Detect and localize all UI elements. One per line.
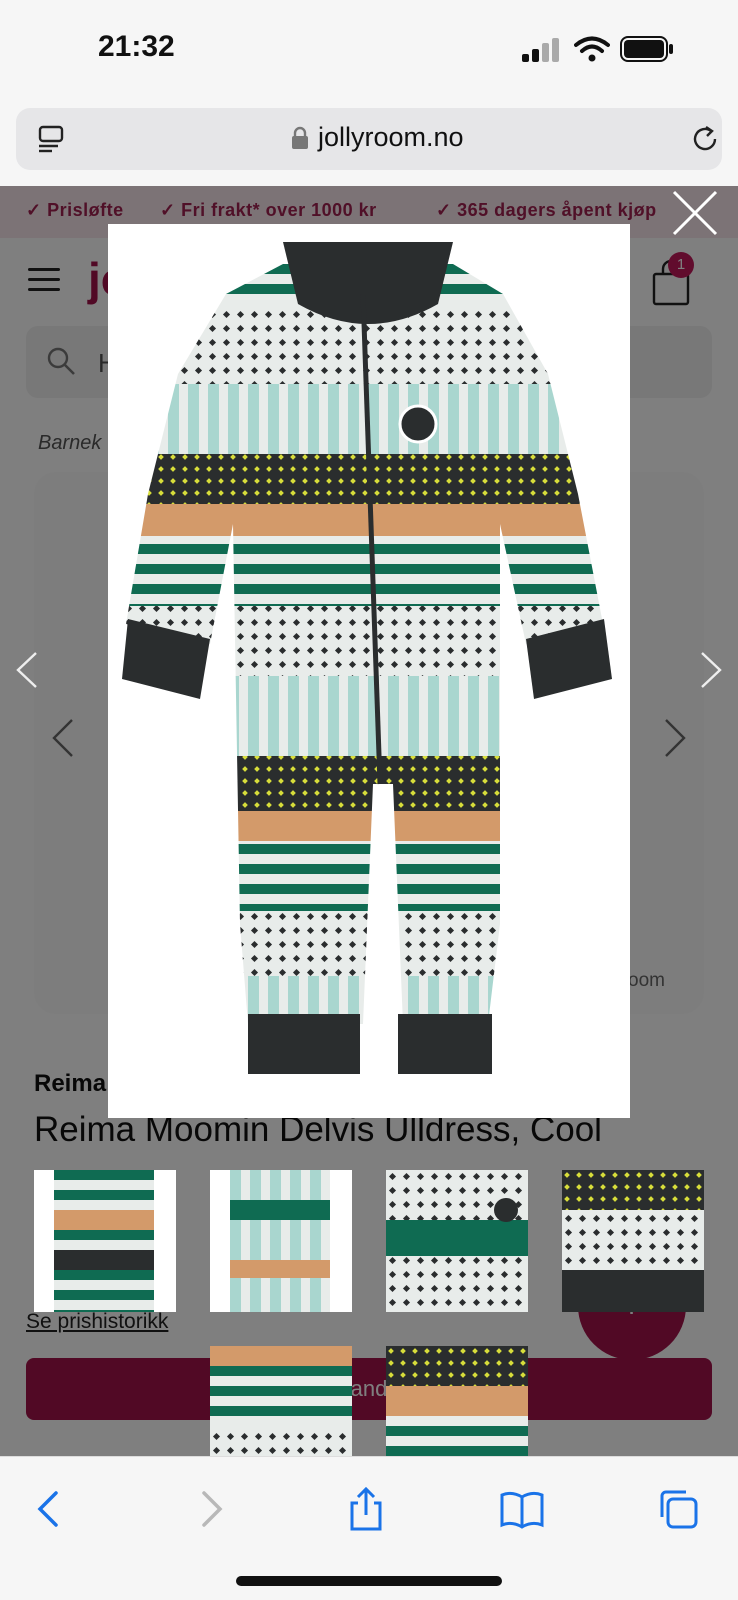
clock: 21:32 (98, 30, 175, 63)
chevron-left-icon[interactable] (14, 650, 40, 690)
lock-icon (292, 126, 308, 149)
tab-overview-icon[interactable] (36, 124, 66, 154)
chevron-right-icon[interactable] (698, 650, 724, 690)
battery-icon (620, 36, 673, 62)
bookmarks-icon[interactable] (500, 1487, 544, 1531)
lightbox-image (108, 224, 630, 1118)
status-bar: 21:32 (0, 0, 738, 100)
thumbnail[interactable] (386, 1346, 528, 1456)
address-bar[interactable]: jollyroom.no (16, 108, 722, 170)
share-icon[interactable] (344, 1487, 388, 1531)
thumbnail[interactable] (386, 1170, 528, 1312)
thumbnail[interactable] (34, 1170, 176, 1312)
thumbnail-image (210, 1170, 352, 1312)
thumbnail-image (34, 1170, 176, 1312)
signal-icon (522, 38, 559, 62)
tabs-icon[interactable] (656, 1487, 700, 1531)
forward-icon[interactable] (188, 1487, 232, 1531)
close-icon[interactable] (670, 188, 720, 238)
reload-icon[interactable] (690, 124, 720, 154)
thumbnail[interactable] (562, 1170, 704, 1312)
home-indicator[interactable] (236, 1576, 502, 1586)
thumbnail-image (562, 1170, 704, 1312)
wifi-icon (574, 36, 610, 62)
thumbnail-image (386, 1170, 528, 1312)
thumbnail[interactable] (210, 1170, 352, 1312)
thumbnail-image (210, 1346, 352, 1456)
thumbnail-image (386, 1346, 528, 1456)
url-domain: jollyroom.no (318, 122, 464, 152)
product-photo (122, 242, 612, 1074)
back-icon[interactable] (28, 1487, 72, 1531)
thumbnail[interactable] (210, 1346, 352, 1456)
